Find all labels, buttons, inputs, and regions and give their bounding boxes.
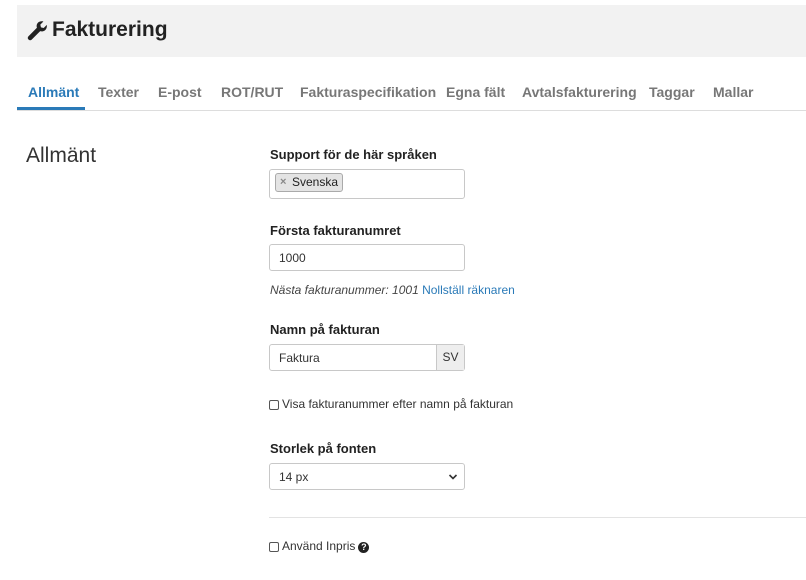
tab-bar: Allmänt Texter E-post ROT/RUT Fakturaspe… [17, 72, 806, 111]
tab-egna-falt[interactable]: Egna fält [446, 84, 505, 100]
next-invoice-hint: Nästa fakturanummer: 1001 Nollställ räkn… [270, 283, 515, 297]
languages-multiselect[interactable]: × Svenska [269, 169, 465, 199]
tab-fakturaspecifikation[interactable]: Fakturaspecifikation [300, 84, 436, 100]
font-size-select[interactable]: 14 px [269, 463, 465, 490]
page-title: Fakturering [52, 18, 168, 41]
divider [269, 517, 806, 518]
tab-mallar[interactable]: Mallar [713, 84, 753, 100]
first-invoice-label: Första fakturanumret [270, 223, 401, 238]
help-icon[interactable]: ? [358, 542, 370, 553]
show-number-row: Visa fakturanummer efter namn på faktura… [269, 397, 513, 411]
first-invoice-value: 1000 [279, 251, 306, 265]
tab-avtalsfakturering[interactable]: Avtalsfakturering [522, 84, 637, 100]
language-addon: SV [436, 345, 464, 370]
purchase-price-checkbox[interactable] [269, 542, 279, 552]
tab-taggar[interactable]: Taggar [649, 84, 695, 100]
section-title: Allmänt [26, 144, 97, 167]
tab-e-post[interactable]: E-post [158, 84, 202, 100]
font-size-value: 14 px [279, 470, 309, 484]
purchase-price-label: Använd Inpris [282, 539, 356, 553]
tab-rot-rut[interactable]: ROT/RUT [221, 84, 283, 100]
invoice-name-value: Faktura [279, 351, 320, 365]
active-tab-indicator [17, 107, 85, 110]
chevron-down-icon [448, 474, 458, 480]
tab-texter[interactable]: Texter [98, 84, 139, 100]
remove-tag-icon[interactable]: × [280, 174, 286, 191]
first-invoice-input[interactable]: 1000 [269, 244, 465, 271]
reset-counter-link[interactable]: Nollställ räknaren [422, 283, 515, 297]
tab-allmant[interactable]: Allmänt [28, 84, 79, 100]
font-size-label: Storlek på fonten [270, 441, 377, 456]
languages-label: Support för de här språken [270, 147, 437, 162]
show-number-label: Visa fakturanummer efter namn på faktura… [282, 397, 514, 411]
language-tag-label: Svenska [292, 175, 339, 189]
invoice-name-label: Namn på fakturan [270, 322, 380, 337]
next-invoice-text: Nästa fakturanummer: 1001 [270, 283, 419, 297]
purchase-price-row: Använd Inpris? [269, 539, 370, 553]
invoice-name-input[interactable]: Faktura SV [269, 344, 465, 371]
language-tag: × Svenska [275, 173, 344, 192]
show-number-checkbox[interactable] [269, 400, 279, 410]
page-header: Fakturering [17, 5, 806, 57]
wrench-icon [27, 21, 47, 41]
